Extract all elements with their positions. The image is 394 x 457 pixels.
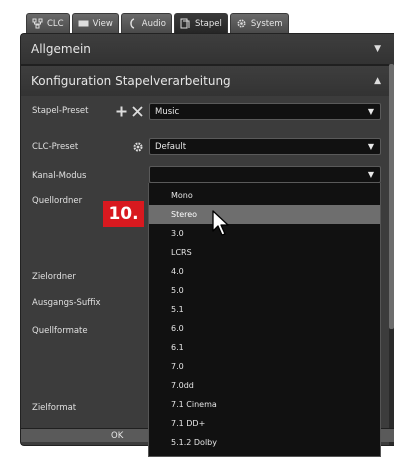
ausgangs-suffix-label: Ausgangs-Suffix: [32, 298, 101, 308]
chevron-down-icon: ▼: [374, 44, 381, 54]
chevron-down-icon: ▼: [367, 170, 374, 179]
dropdown-option[interactable]: 5.0: [149, 281, 380, 300]
tab-bar: CLC View Audio Stapel System: [26, 13, 289, 33]
tab-audio[interactable]: Audio: [120, 13, 172, 33]
ok-label: OK: [111, 430, 124, 441]
dropdown-option[interactable]: Mono: [149, 186, 380, 205]
monitor-icon: [78, 18, 89, 29]
tab-label: System: [250, 18, 283, 29]
section-general-header[interactable]: Allgemein ▼: [21, 34, 394, 64]
section-title: Konfiguration Stapelverarbeitung: [31, 74, 231, 88]
tab-label: View: [92, 18, 113, 29]
selected-value: Default: [155, 141, 187, 152]
dropdown-option[interactable]: 5.1: [149, 300, 380, 319]
selected-value: Music: [155, 106, 180, 117]
mouse-pointer-icon: [212, 210, 229, 236]
stapel-preset-label: Stapel-Preset: [32, 106, 89, 116]
dropdown-option[interactable]: LCRS: [149, 243, 380, 262]
tab-clc[interactable]: CLC: [26, 13, 70, 33]
zielordner-label: Zielordner: [32, 272, 76, 282]
tab-system[interactable]: System: [229, 13, 289, 33]
tab-label: Stapel: [194, 18, 222, 29]
step-number-badge: 10.: [103, 201, 144, 227]
chevron-up-icon: ▲: [374, 76, 381, 86]
stack-icon: [180, 18, 191, 29]
dropdown-option[interactable]: 4.0: [149, 262, 380, 281]
tab-label: CLC: [47, 18, 64, 29]
kanal-modus-dropdown-list: Mono Stereo 3.0 LCRS 4.0 5.0 5.1 6.0 6.1…: [148, 183, 381, 457]
gear-icon[interactable]: [131, 140, 144, 153]
dropdown-option[interactable]: 6.1: [149, 338, 380, 357]
dropdown-option[interactable]: 5.1.2 Dolby: [149, 433, 380, 452]
dropdown-option[interactable]: 6.0: [149, 319, 380, 338]
dropdown-option[interactable]: 7.0: [149, 357, 380, 376]
network-icon: [32, 18, 43, 29]
clc-preset-label: CLC-Preset: [32, 142, 79, 152]
dropdown-option[interactable]: 3.0: [149, 224, 380, 243]
dropdown-option-hovered[interactable]: Stereo: [149, 205, 380, 224]
clc-preset-select[interactable]: Default ▼: [149, 138, 381, 155]
audio-icon: [127, 18, 138, 29]
dropdown-option[interactable]: 7.1 Cinema: [149, 395, 380, 414]
dropdown-option[interactable]: 7.1 DD+: [149, 414, 380, 433]
tab-view[interactable]: View: [71, 13, 119, 33]
section-batch-header[interactable]: Konfiguration Stapelverarbeitung ▲: [21, 66, 394, 96]
add-icon[interactable]: [115, 105, 128, 118]
scrollbar-thumb[interactable]: [389, 64, 394, 329]
kanal-modus-select[interactable]: ▼: [149, 166, 381, 183]
chevron-down-icon: ▼: [367, 142, 374, 151]
gear-icon: [236, 18, 247, 29]
chevron-down-icon: ▼: [367, 107, 374, 116]
dropdown-option[interactable]: 7.0dd: [149, 376, 380, 395]
close-icon[interactable]: [131, 105, 144, 118]
zielformat-label: Zielformat: [32, 403, 77, 413]
quellformate-label: Quellformate: [32, 326, 88, 336]
kanal-modus-label: Kanal-Modus: [32, 171, 87, 181]
quellordner-label: Quellordner: [32, 196, 83, 206]
stapel-preset-select[interactable]: Music ▼: [149, 103, 381, 120]
tab-label: Audio: [141, 18, 166, 29]
section-title: Allgemein: [31, 42, 91, 56]
tab-stapel[interactable]: Stapel: [173, 13, 228, 33]
